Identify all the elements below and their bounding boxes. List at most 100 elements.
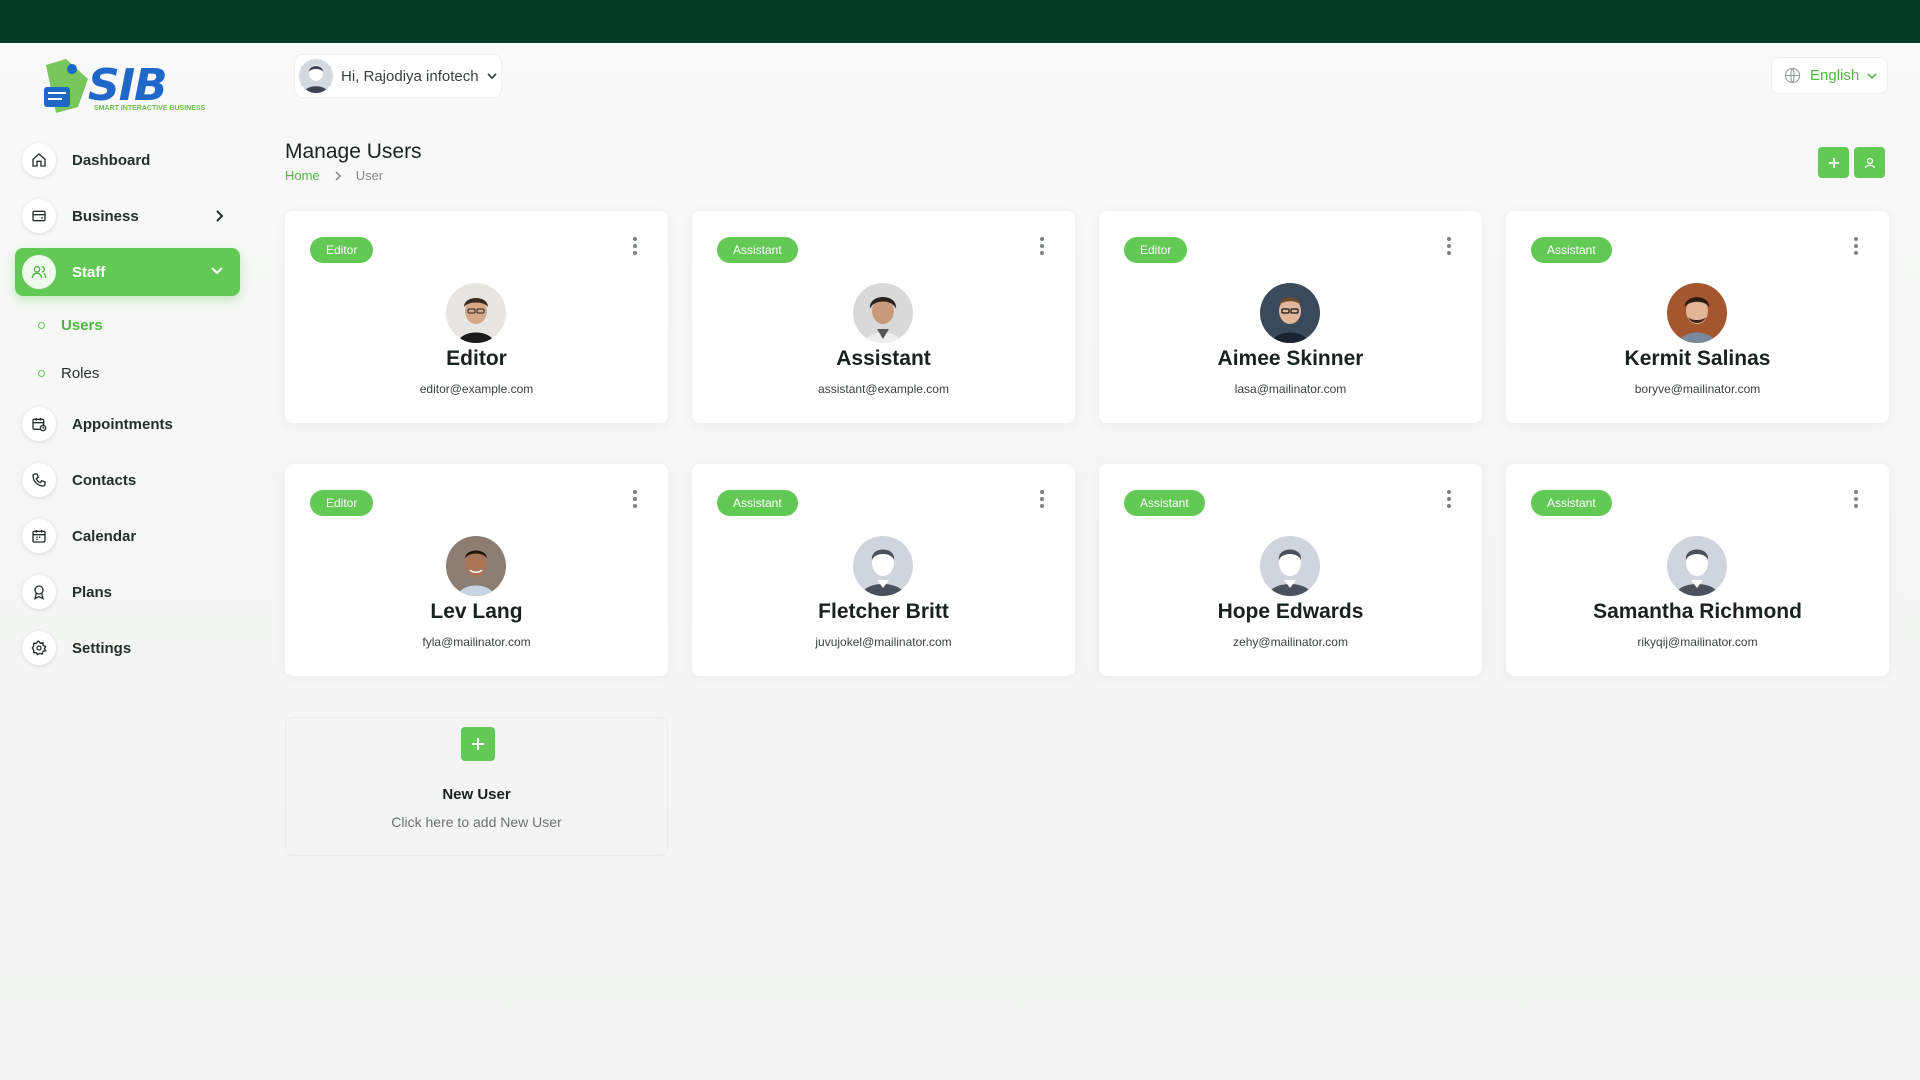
chevron-right-icon: [216, 210, 224, 222]
role-badge: Editor: [310, 490, 374, 516]
plus-icon: [461, 727, 495, 761]
user-email: fyla@mailinator.com: [422, 635, 531, 649]
page-title: Manage Users: [285, 140, 422, 163]
breadcrumb-current: User: [355, 168, 384, 183]
sidebar-item-label: Staff: [72, 263, 106, 281]
more-options-icon[interactable]: [1441, 235, 1457, 257]
avatar: [1667, 283, 1727, 343]
user-card[interactable]: Assistant Kermit Salinas boryve@mailinat…: [1506, 211, 1889, 423]
role-badge: Assistant: [717, 490, 798, 516]
user-name: Assistant: [836, 347, 931, 370]
avatar: [1260, 536, 1320, 596]
sidebar-item-label: Plans: [72, 583, 113, 601]
avatar: [1667, 536, 1727, 596]
gear-icon: [22, 631, 56, 665]
sidebar-item-label: Dashboard: [72, 151, 151, 169]
user-name: Editor: [446, 347, 507, 370]
sidebar-subitem-roles[interactable]: Roles: [38, 361, 99, 385]
sidebar-subitem-label: Roles: [61, 364, 100, 382]
role-badge: Assistant: [717, 237, 798, 263]
chevron-right-icon: [335, 170, 341, 181]
avatar: [446, 283, 506, 343]
wallet-icon: [22, 199, 56, 233]
user-name: Lev Lang: [430, 600, 523, 623]
more-options-icon[interactable]: [1034, 488, 1050, 510]
phone-icon: [22, 463, 56, 497]
users-icon: [22, 255, 56, 289]
bullet-icon: [38, 321, 45, 329]
home-icon: [22, 143, 56, 177]
user-name: Kermit Salinas: [1624, 347, 1771, 370]
add-user-button[interactable]: [1818, 147, 1849, 178]
brand-name: SIB: [88, 60, 168, 111]
user-profile-button[interactable]: [1854, 147, 1885, 178]
breadcrumb: Home User: [285, 168, 383, 183]
user-greeting: Hi, Rajodiya infotech: [341, 67, 479, 85]
new-user-title: New User: [442, 786, 511, 803]
globe-icon: [1784, 67, 1801, 84]
sidebar-item-label: Contacts: [72, 471, 137, 489]
role-badge: Editor: [1124, 237, 1188, 263]
user-name: Samantha Richmond: [1593, 600, 1802, 623]
role-badge: Assistant: [1124, 490, 1205, 516]
more-options-icon[interactable]: [1441, 488, 1457, 510]
logo-mark-icon: [44, 59, 88, 113]
user-email: juvujokel@mailinator.com: [815, 635, 952, 649]
avatar: [446, 536, 506, 596]
user-email: zehy@mailinator.com: [1233, 635, 1348, 649]
sidebar-item-label: Business: [72, 207, 139, 225]
user-name: Aimee Skinner: [1217, 347, 1364, 370]
brand-tagline: SMART INTERACTIVE BUSINESS: [94, 105, 206, 112]
chevron-down-icon: [1867, 72, 1877, 79]
brand-logo[interactable]: SIB SMART INTERACTIVE BUSINESS: [38, 53, 206, 119]
sidebar-item-dashboard[interactable]: Dashboard: [15, 136, 240, 184]
sidebar-item-contacts[interactable]: Contacts: [15, 456, 240, 504]
user-email: lasa@mailinator.com: [1234, 382, 1347, 396]
user-card[interactable]: Assistant Assistant assistant@example.co…: [692, 211, 1075, 423]
user-icon: [1864, 157, 1875, 168]
sidebar-item-label: Appointments: [72, 415, 173, 433]
user-name: Fletcher Britt: [818, 600, 949, 623]
more-options-icon[interactable]: [1034, 235, 1050, 257]
chevron-down-icon: [487, 73, 497, 80]
sidebar-item-staff[interactable]: Staff: [15, 248, 240, 296]
calendar-clock-icon: [22, 407, 56, 441]
sidebar-subitem-label: Users: [61, 316, 103, 334]
user-card[interactable]: Assistant Hope Edwards zehy@mailinator.c…: [1099, 464, 1482, 676]
sidebar-item-appointments[interactable]: Appointments: [15, 400, 240, 448]
role-badge: Editor: [310, 237, 374, 263]
language-label: English: [1810, 67, 1860, 84]
sidebar-item-label: Calendar: [72, 527, 137, 545]
role-badge: Assistant: [1531, 490, 1612, 516]
avatar: [1260, 283, 1320, 343]
user-menu[interactable]: Hi, Rajodiya infotech: [294, 54, 502, 98]
avatar: [853, 536, 913, 596]
more-options-icon[interactable]: [627, 235, 643, 257]
user-email: assistant@example.com: [818, 382, 949, 396]
sidebar-item-label: Settings: [72, 639, 132, 657]
sidebar-item-settings[interactable]: Settings: [15, 624, 240, 672]
sidebar: SIB SMART INTERACTIVE BUSINESS Dashboard…: [0, 43, 255, 1080]
chevron-down-icon: [211, 267, 223, 275]
more-options-icon[interactable]: [627, 488, 643, 510]
more-options-icon[interactable]: [1848, 235, 1864, 257]
language-selector[interactable]: English: [1771, 57, 1888, 94]
award-icon: [22, 575, 56, 609]
breadcrumb-home-link[interactable]: Home: [285, 168, 320, 183]
sidebar-item-calendar[interactable]: Calendar: [15, 512, 240, 560]
user-card[interactable]: Editor Lev Lang fyla@mailinator.com: [285, 464, 668, 676]
sidebar-item-business[interactable]: Business: [15, 192, 240, 240]
new-user-card[interactable]: New User Click here to add New User: [285, 717, 668, 856]
sidebar-subitem-users[interactable]: Users: [38, 313, 103, 337]
avatar: [853, 283, 913, 343]
user-card[interactable]: Editor Aimee Skinner lasa@mailinator.com: [1099, 211, 1482, 423]
new-user-subtitle: Click here to add New User: [391, 814, 562, 830]
user-card[interactable]: Assistant Samantha Richmond rikyqij@mail…: [1506, 464, 1889, 676]
sidebar-item-plans[interactable]: Plans: [15, 568, 240, 616]
top-bar: [0, 0, 1920, 43]
user-name: Hope Edwards: [1217, 600, 1364, 623]
role-badge: Assistant: [1531, 237, 1612, 263]
more-options-icon[interactable]: [1848, 488, 1864, 510]
user-card[interactable]: Editor Editor editor@example.com: [285, 211, 668, 423]
user-card[interactable]: Assistant Fletcher Britt juvujokel@maili…: [692, 464, 1075, 676]
